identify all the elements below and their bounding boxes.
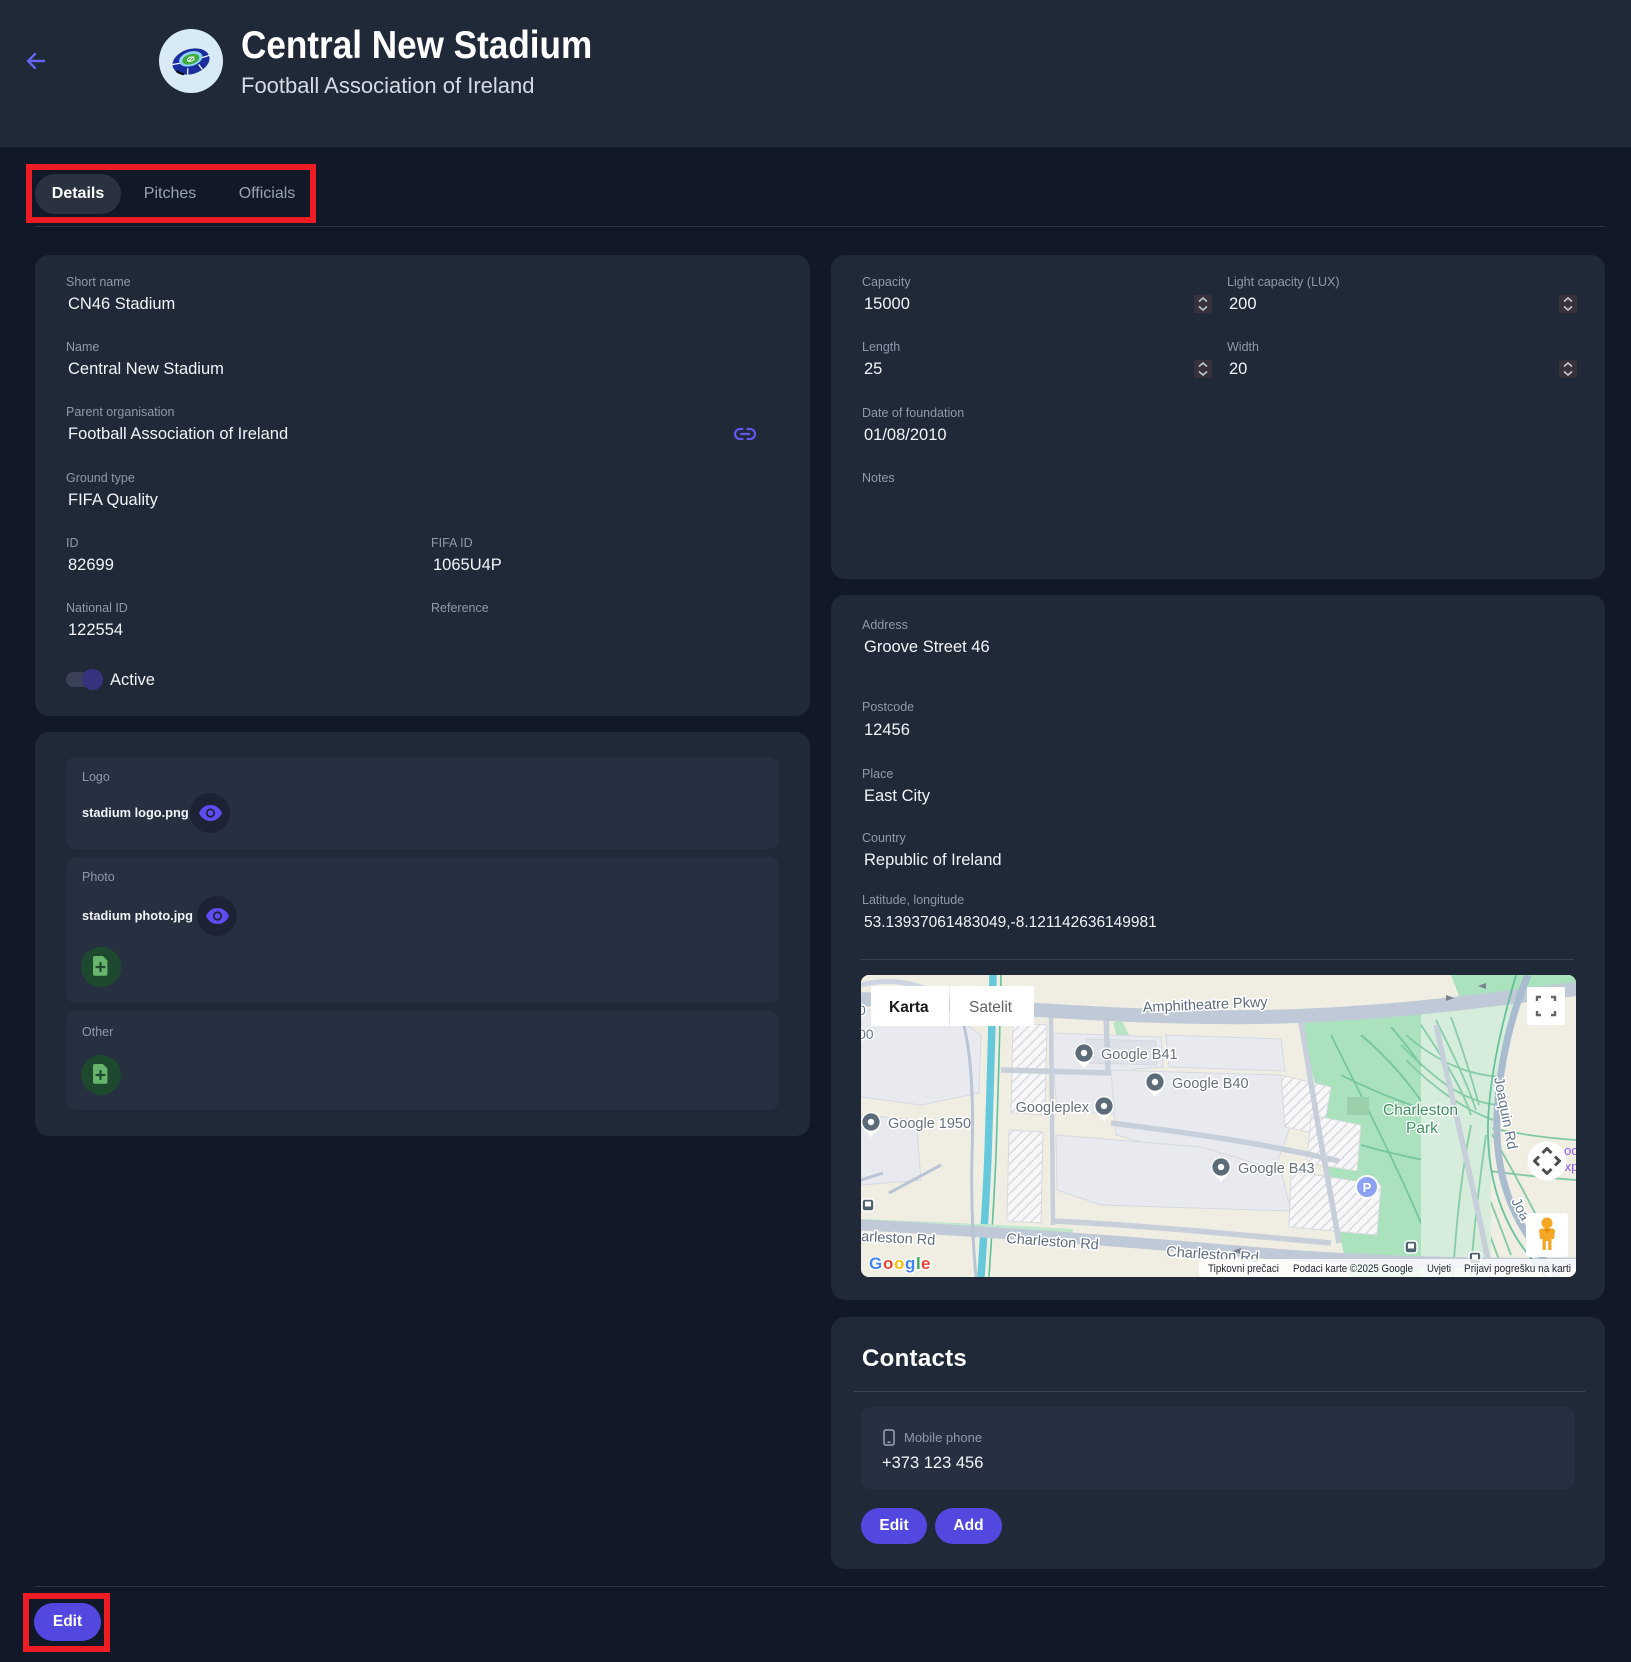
svg-text:00: 00 [861, 1026, 874, 1042]
svg-text:Park: Park [1406, 1120, 1438, 1137]
svg-text:Tipkovni prečaci: Tipkovni prečaci [1208, 1263, 1279, 1275]
svg-text:Prijavi pogrešku na karti: Prijavi pogrešku na karti [1464, 1263, 1571, 1275]
svg-text:e: e [921, 1254, 930, 1273]
svg-text:0: 0 [861, 1002, 866, 1018]
svg-text:Charleston: Charleston [1383, 1102, 1458, 1119]
svg-text:Podaci karte ©2025 Google: Podaci karte ©2025 Google [1293, 1263, 1413, 1275]
svg-text:Google B43: Google B43 [1238, 1161, 1315, 1177]
svg-text:oo: oo [1564, 1143, 1576, 1158]
svg-text:Karta: Karta [889, 999, 929, 1016]
svg-text:o: o [883, 1254, 893, 1273]
svg-text:Google B41: Google B41 [1101, 1047, 1178, 1063]
svg-text:Google 1950: Google 1950 [888, 1116, 971, 1132]
svg-text:o: o [894, 1254, 904, 1273]
svg-text:Uvjeti: Uvjeti [1427, 1263, 1451, 1275]
svg-text:G: G [869, 1254, 882, 1273]
svg-text:Satelit: Satelit [969, 999, 1013, 1016]
svg-text:g: g [905, 1254, 915, 1273]
svg-text:Googleplex: Googleplex [1016, 1100, 1090, 1116]
svg-text:Google B40: Google B40 [1172, 1076, 1249, 1092]
svg-text:P: P [1363, 1180, 1372, 1195]
